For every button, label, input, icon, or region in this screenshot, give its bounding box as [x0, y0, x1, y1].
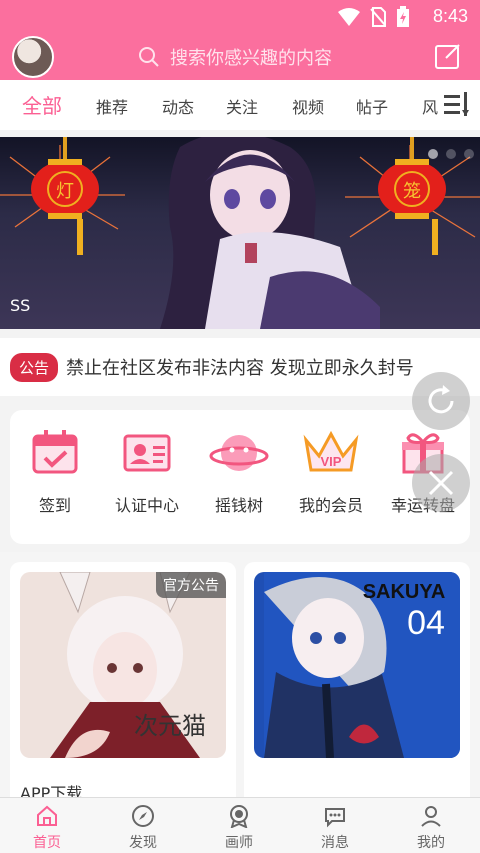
notice-badge: 公告: [10, 352, 59, 382]
edit-icon[interactable]: [434, 42, 462, 70]
nav-home[interactable]: 首页: [12, 804, 82, 852]
search-placeholder: 搜索你感兴趣的内容: [170, 48, 332, 69]
notice-text: 禁止在社区发布非法内容 发现立即永久封号: [66, 358, 414, 379]
sakuya-illustration: SAKUYA 04: [254, 572, 460, 758]
nav-label: 消息: [321, 835, 349, 851]
home-icon: [37, 805, 57, 826]
svg-text:VIP: VIP: [321, 454, 342, 469]
wifi-icon: [338, 8, 360, 26]
status-time: 8:43: [432, 6, 468, 26]
tab-menu-icon[interactable]: [444, 92, 470, 118]
status-bar: 8:43: [0, 0, 480, 34]
anime-girl-illustration: [160, 137, 380, 329]
post-image: 次元猫 官方公告: [20, 572, 226, 758]
refresh-icon: [428, 385, 454, 414]
carousel-dot[interactable]: [428, 149, 438, 159]
refresh-float-button[interactable]: [412, 372, 470, 430]
banner-carousel[interactable]: 灯 笼 SS: [0, 137, 480, 329]
cat-girl-illustration: 次元猫: [20, 572, 226, 758]
tab-feed[interactable]: 动态: [162, 94, 194, 118]
carousel-dot[interactable]: [464, 149, 474, 159]
tab-style[interactable]: 风: [422, 94, 438, 118]
search-icon: [139, 47, 159, 67]
status-icons: [338, 6, 410, 28]
search-bar[interactable]: 搜索你感兴趣的内容: [138, 42, 332, 72]
calendar-check-icon: [32, 430, 78, 474]
post-card[interactable]: SAKUYA 04: [244, 562, 470, 822]
compass-icon: [132, 805, 154, 827]
tab-posts[interactable]: 帖子: [356, 94, 388, 118]
feature-label: 摇钱树: [214, 496, 263, 515]
nav-artists[interactable]: 画师: [204, 804, 274, 852]
carousel-dot[interactable]: [446, 149, 456, 159]
post-image-number: 04: [407, 604, 445, 642]
nav-discover[interactable]: 发现: [108, 804, 178, 852]
feature-shortcuts: 签到 认证中心 摇钱树 VIP 我的会员: [10, 410, 470, 544]
post-feed: 次元猫 官方公告 APP下载 SAKUYA 04: [0, 552, 480, 822]
feature-label: 签到: [38, 496, 71, 515]
tab-all[interactable]: 全部: [22, 90, 62, 119]
nav-label: 画师: [225, 835, 253, 851]
tab-video[interactable]: 视频: [292, 94, 324, 118]
battery-charging-icon: [397, 6, 409, 27]
nav-profile[interactable]: 我的: [396, 804, 466, 852]
vip-crown-icon: VIP: [303, 430, 359, 472]
nav-messages[interactable]: 消息: [300, 804, 370, 852]
post-badge: 官方公告: [156, 572, 226, 598]
user-icon: [421, 806, 441, 827]
category-tabs: 全部 推荐 动态 关注 视频 帖子 风: [0, 80, 480, 130]
close-icon: [428, 470, 454, 496]
feature-label: 认证中心: [114, 496, 179, 515]
feature-checkin[interactable]: 签到: [10, 428, 100, 516]
post-image-caption: 次元猫: [134, 712, 206, 740]
id-card-icon: [123, 434, 171, 472]
top-app-bar: 8:43 搜索你感兴趣的内容: [0, 0, 480, 80]
message-icon: [325, 808, 345, 828]
carousel-dots: [428, 149, 474, 159]
banner-label: SS: [10, 296, 31, 315]
feature-membership[interactable]: VIP 我的会员: [286, 428, 376, 516]
tab-following[interactable]: 关注: [226, 94, 258, 118]
post-image: SAKUYA 04: [254, 572, 460, 758]
badge-icon: [230, 805, 248, 828]
bottom-navigation: 首页 发现 画师 消息 我的: [0, 797, 480, 853]
close-float-button[interactable]: [412, 454, 470, 512]
feature-money-tree[interactable]: 摇钱树: [194, 428, 284, 516]
planet-icon: [209, 435, 269, 471]
nav-label: 我的: [417, 835, 445, 851]
lantern-left-text: 灯: [56, 181, 74, 202]
nav-label: 发现: [129, 835, 157, 851]
post-card[interactable]: 次元猫 官方公告 APP下载: [10, 562, 236, 822]
feature-verification[interactable]: 认证中心: [102, 428, 192, 516]
tab-recommend[interactable]: 推荐: [96, 94, 128, 118]
avatar[interactable]: [12, 36, 54, 78]
feature-label: 我的会员: [298, 496, 363, 515]
post-image-title: SAKUYA: [363, 581, 446, 603]
notice-bar[interactable]: 公告 禁止在社区发布非法内容 发现立即永久封号: [0, 338, 480, 396]
nav-label: 首页: [33, 835, 61, 851]
no-sim-icon: [370, 7, 386, 27]
